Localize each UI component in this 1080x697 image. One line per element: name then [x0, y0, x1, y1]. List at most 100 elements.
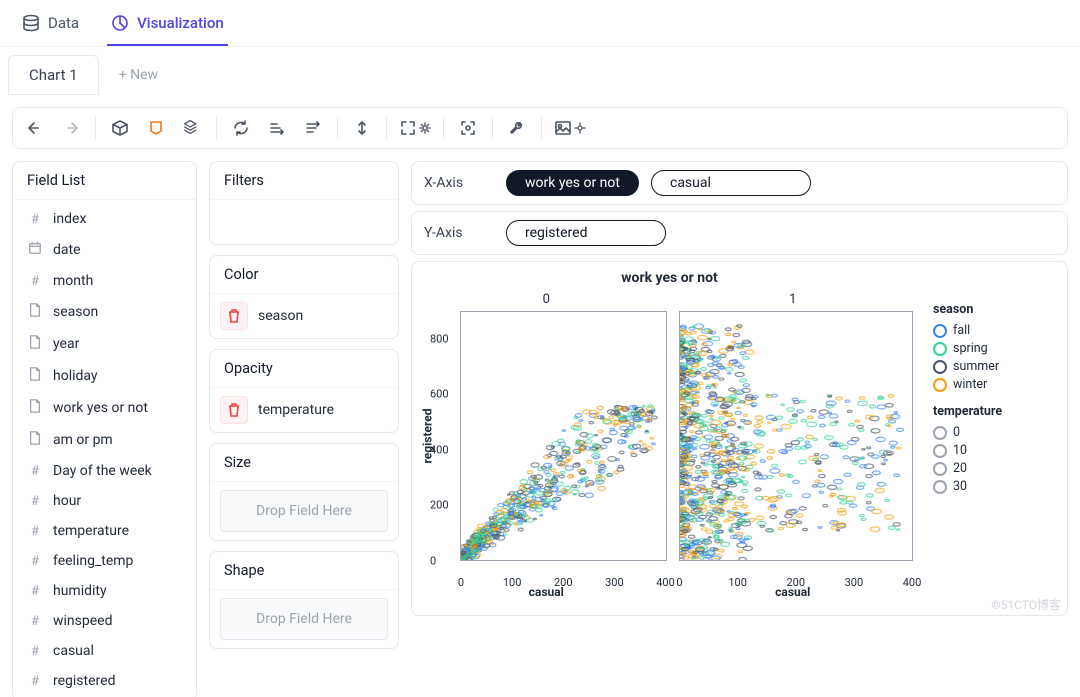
field-label: winspeed: [53, 613, 113, 629]
field-winspeed[interactable]: #winspeed: [13, 606, 196, 636]
legend-item-label: 0: [953, 425, 960, 440]
field-casual[interactable]: #casual: [13, 636, 196, 666]
legend-swatch: [933, 360, 947, 374]
field-am-or-pm[interactable]: am or pm: [13, 424, 196, 456]
tab-visualization[interactable]: Visualization: [107, 8, 228, 46]
field-index[interactable]: #index: [13, 204, 196, 234]
x-axis-row[interactable]: X-Axis work yes or not casual: [411, 161, 1068, 205]
x-pill-work[interactable]: work yes or not: [506, 170, 639, 196]
expand-button[interactable]: [395, 114, 435, 142]
field-list-heading: Field List: [13, 162, 196, 200]
field-Day-of-the-week[interactable]: #Day of the week: [13, 456, 196, 486]
filters-panel[interactable]: Filters: [209, 161, 399, 245]
chart-tab-1[interactable]: Chart 1: [8, 55, 99, 95]
field-month[interactable]: # month: [13, 266, 196, 296]
field-hour[interactable]: #hour: [13, 486, 196, 516]
color-chip[interactable]: season: [210, 294, 398, 338]
facet-label: 0: [426, 292, 667, 307]
field-holiday[interactable]: holiday: [13, 360, 196, 392]
legend-item-spring[interactable]: spring: [933, 341, 1053, 356]
pie-icon: [111, 14, 129, 32]
legend-temp-title: temperature: [933, 404, 1053, 419]
database-icon: [22, 14, 40, 32]
legend-item-winter[interactable]: winter: [933, 377, 1053, 392]
legend-temp-0[interactable]: 0: [933, 425, 1053, 440]
legend-item-fall[interactable]: fall: [933, 323, 1053, 338]
legend-item-summer[interactable]: summer: [933, 359, 1053, 374]
shape-heading: Shape: [210, 552, 398, 590]
shape-dropzone[interactable]: Drop Field Here: [220, 598, 388, 640]
field-label: index: [53, 211, 86, 227]
field-list-panel: Field List #indexdate#monthseasonyearhol…: [12, 161, 197, 697]
refresh-button[interactable]: [225, 114, 257, 142]
color-panel[interactable]: Color season: [209, 255, 399, 339]
color-chip-label: season: [258, 308, 303, 324]
field-label: am or pm: [53, 432, 113, 448]
sort-asc-button[interactable]: [261, 114, 293, 142]
chart-tab-new[interactable]: + New: [99, 57, 178, 93]
field-temperature[interactable]: #temperature: [13, 516, 196, 546]
color-remove-button[interactable]: [220, 302, 248, 330]
field-label: temperature: [53, 523, 129, 539]
size-panel[interactable]: Size Drop Field Here: [209, 443, 399, 541]
top-nav: Data Visualization: [0, 0, 1080, 47]
size-heading: Size: [210, 444, 398, 482]
undo-button[interactable]: [19, 114, 51, 142]
field-label: season: [53, 304, 98, 320]
trash-icon: [227, 403, 241, 417]
legend-swatch: [933, 378, 947, 392]
export-image-button[interactable]: [550, 114, 590, 142]
chart-tabs: Chart 1 + New: [0, 47, 1080, 95]
layers-button[interactable]: [176, 114, 208, 142]
hash-icon: #: [27, 274, 43, 289]
x-pill-casual[interactable]: casual: [651, 170, 811, 196]
facet-label: 1: [673, 292, 914, 307]
field-registered[interactable]: #registered: [13, 666, 196, 696]
hash-icon: #: [27, 644, 43, 659]
trash-icon: [227, 309, 241, 323]
tab-data[interactable]: Data: [18, 8, 83, 46]
y-axis-row[interactable]: Y-Axis registered: [411, 211, 1068, 255]
legend: season fallspringsummerwinter temperatur…: [933, 270, 1053, 599]
cube-button[interactable]: [104, 114, 136, 142]
facet-0: 0registered02004006008000100200300400cas…: [426, 292, 667, 599]
field-feeling_temp[interactable]: #feeling_temp: [13, 546, 196, 576]
field-work-yes-or-not[interactable]: work yes or not: [13, 392, 196, 424]
toolbar: [12, 107, 1068, 149]
facet-1: 10100200300400casual: [673, 292, 914, 599]
legend-swatch: [933, 342, 947, 356]
tab-data-label: Data: [48, 14, 79, 32]
facet-title: work yes or not: [426, 270, 913, 286]
redo-button[interactable]: [55, 114, 87, 142]
hash-icon: #: [27, 464, 43, 479]
field-label: date: [53, 242, 81, 258]
plot-box[interactable]: 0100200300400: [679, 311, 914, 561]
legend-temp-10[interactable]: 10: [933, 443, 1053, 458]
field-year[interactable]: year: [13, 328, 196, 360]
opacity-chip[interactable]: temperature: [210, 388, 398, 432]
legend-item-label: 10: [953, 443, 967, 458]
field-label: month: [53, 273, 93, 289]
legend-swatch: [933, 426, 947, 440]
size-dropzone[interactable]: Drop Field Here: [220, 490, 388, 532]
legend-temp-20[interactable]: 20: [933, 461, 1053, 476]
plot-box[interactable]: 0100200300400: [460, 311, 667, 561]
scatter-points: [680, 312, 913, 560]
opacity-panel[interactable]: Opacity temperature: [209, 349, 399, 433]
opacity-remove-button[interactable]: [220, 396, 248, 424]
field-label: year: [53, 336, 79, 352]
legend-swatch: [933, 324, 947, 338]
encodings-column: Filters Color season Opacity temperature: [209, 161, 399, 697]
transpose-button[interactable]: [346, 114, 378, 142]
field-season[interactable]: season: [13, 296, 196, 328]
shape-panel[interactable]: Shape Drop Field Here: [209, 551, 399, 649]
mark-type-button[interactable]: [140, 114, 172, 142]
y-pill-registered[interactable]: registered: [506, 220, 666, 246]
legend-item-label: 20: [953, 461, 967, 476]
legend-temp-30[interactable]: 30: [933, 479, 1053, 494]
field-humidity[interactable]: #humidity: [13, 576, 196, 606]
sort-desc-button[interactable]: [297, 114, 329, 142]
wrench-button[interactable]: [501, 114, 533, 142]
scan-button[interactable]: [452, 114, 484, 142]
field-date[interactable]: date: [13, 234, 196, 266]
